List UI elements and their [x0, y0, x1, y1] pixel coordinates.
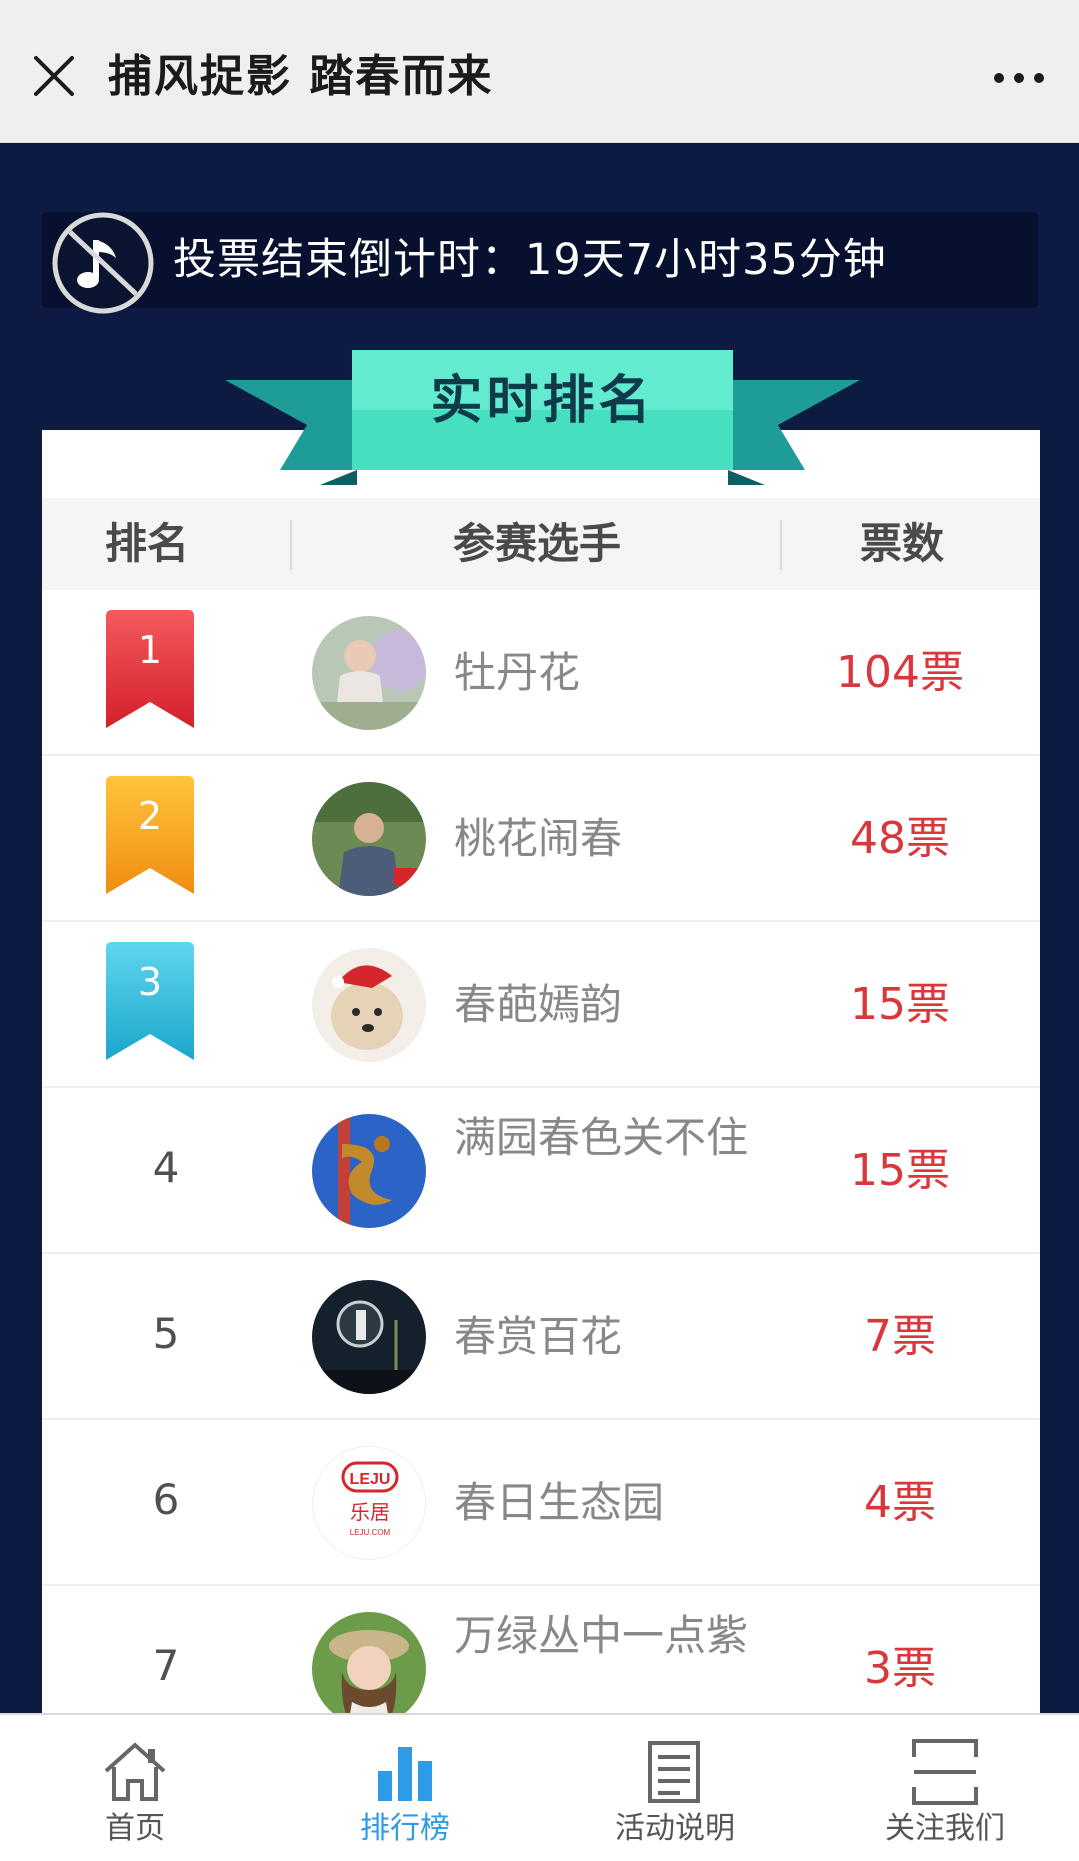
avatar[interactable]: [312, 782, 426, 896]
tab-follow-label: 关注我们: [885, 1811, 1005, 1846]
table-row[interactable]: 6 LEJU 乐居 LEJU.COM 春日生态园 4票: [42, 1420, 1040, 1586]
tab-ranking-label: 排行榜: [360, 1811, 450, 1846]
rank-label: 3: [137, 960, 163, 1004]
avatar[interactable]: [312, 948, 426, 1062]
contestant-name[interactable]: 桃花闹春: [454, 813, 754, 865]
avatar[interactable]: LEJU 乐居 LEJU.COM: [312, 1446, 426, 1560]
leju-logo-text: LEJU: [350, 1471, 391, 1488]
column-header-votes: 票数: [859, 519, 944, 568]
rank-number: 6: [152, 1475, 180, 1524]
tab-follow[interactable]: 关注我们: [810, 1715, 1079, 1861]
table-row[interactable]: 4 满园春色关不住 15票: [42, 1088, 1040, 1254]
ranking-banner-title: 实时排名: [430, 371, 655, 431]
vote-count: 15票: [850, 979, 950, 1030]
qr-frame-icon: [912, 1739, 978, 1805]
contestant-name[interactable]: 满园春色关不住: [454, 1112, 754, 1164]
leju-logo-url: LEJU.COM: [350, 1528, 391, 1537]
home-icon: [104, 1742, 166, 1801]
countdown-value: 19天7小时35分钟: [525, 235, 887, 285]
music-muted-icon[interactable]: [50, 210, 156, 316]
vote-count: 4票: [864, 1477, 936, 1528]
avatar[interactable]: [312, 1114, 426, 1228]
contestant-name[interactable]: 春葩嫣韵: [454, 979, 754, 1031]
leju-logo-chinese: 乐居: [350, 1500, 390, 1524]
page-title: 捕风捉影 踏春而来: [108, 51, 494, 102]
table-row[interactable]: 3 春葩嫣韵 15票: [42, 922, 1040, 1088]
rank-label: 2: [137, 794, 163, 838]
rank-badge-silver: 2: [104, 776, 196, 896]
ranking-card: 排名 参赛选手 票数 1 牡丹花 104票 2 桃花闹春 48票 3 春葩嫣韵 …: [42, 430, 1040, 1713]
table-row[interactable]: 7 万绿丛中一点紫 3票: [42, 1586, 1040, 1713]
rank-number: 7: [152, 1641, 180, 1690]
table-row[interactable]: 1 牡丹花 104票: [42, 590, 1040, 756]
avatar[interactable]: [312, 1280, 426, 1394]
table-row[interactable]: 5 春赏百花 7票: [42, 1254, 1040, 1420]
vote-count: 7票: [864, 1311, 936, 1362]
contestant-name[interactable]: 牡丹花: [454, 647, 754, 699]
tab-description[interactable]: 活动说明: [540, 1715, 810, 1861]
tab-description-label: 活动说明: [615, 1811, 735, 1846]
tab-ranking[interactable]: 排行榜: [270, 1715, 540, 1861]
column-header-rank: 排名: [104, 519, 189, 568]
contestant-name[interactable]: 万绿丛中一点紫: [454, 1610, 754, 1662]
contestant-name[interactable]: 春日生态园: [454, 1477, 754, 1529]
tab-home-label: 首页: [105, 1811, 165, 1846]
contestant-name[interactable]: 春赏百花: [454, 1311, 754, 1363]
top-nav-bar: 捕风捉影 踏春而来: [0, 0, 1079, 143]
countdown-text: 投票结束倒计时：19天7小时35分钟: [173, 230, 887, 290]
avatar[interactable]: [312, 1612, 426, 1713]
rank-badge-gold: 1: [104, 610, 196, 730]
bar-chart-icon: [378, 1747, 432, 1801]
vote-count: 104票: [836, 647, 964, 698]
rank-badge-bronze: 3: [104, 942, 196, 1062]
close-icon[interactable]: [28, 50, 80, 102]
vote-count: 3票: [864, 1643, 936, 1694]
more-options-icon[interactable]: [989, 56, 1049, 100]
tab-home[interactable]: 首页: [0, 1715, 270, 1861]
document-icon: [648, 1741, 700, 1803]
countdown-label: 投票结束倒计时：: [173, 235, 525, 285]
table-header: 排名 参赛选手 票数: [42, 498, 1040, 590]
column-header-contestant: 参赛选手: [452, 519, 621, 568]
table-row[interactable]: 2 桃花闹春 48票: [42, 756, 1040, 922]
rank-number: 5: [152, 1309, 180, 1358]
vote-count: 15票: [850, 1145, 950, 1196]
vote-count: 48票: [850, 813, 950, 864]
avatar[interactable]: [312, 616, 426, 730]
rank-label: 1: [137, 628, 163, 672]
rank-number: 4: [152, 1143, 180, 1192]
bottom-tab-bar: 首页 排行榜 活动说明 关注我们: [0, 1713, 1079, 1861]
